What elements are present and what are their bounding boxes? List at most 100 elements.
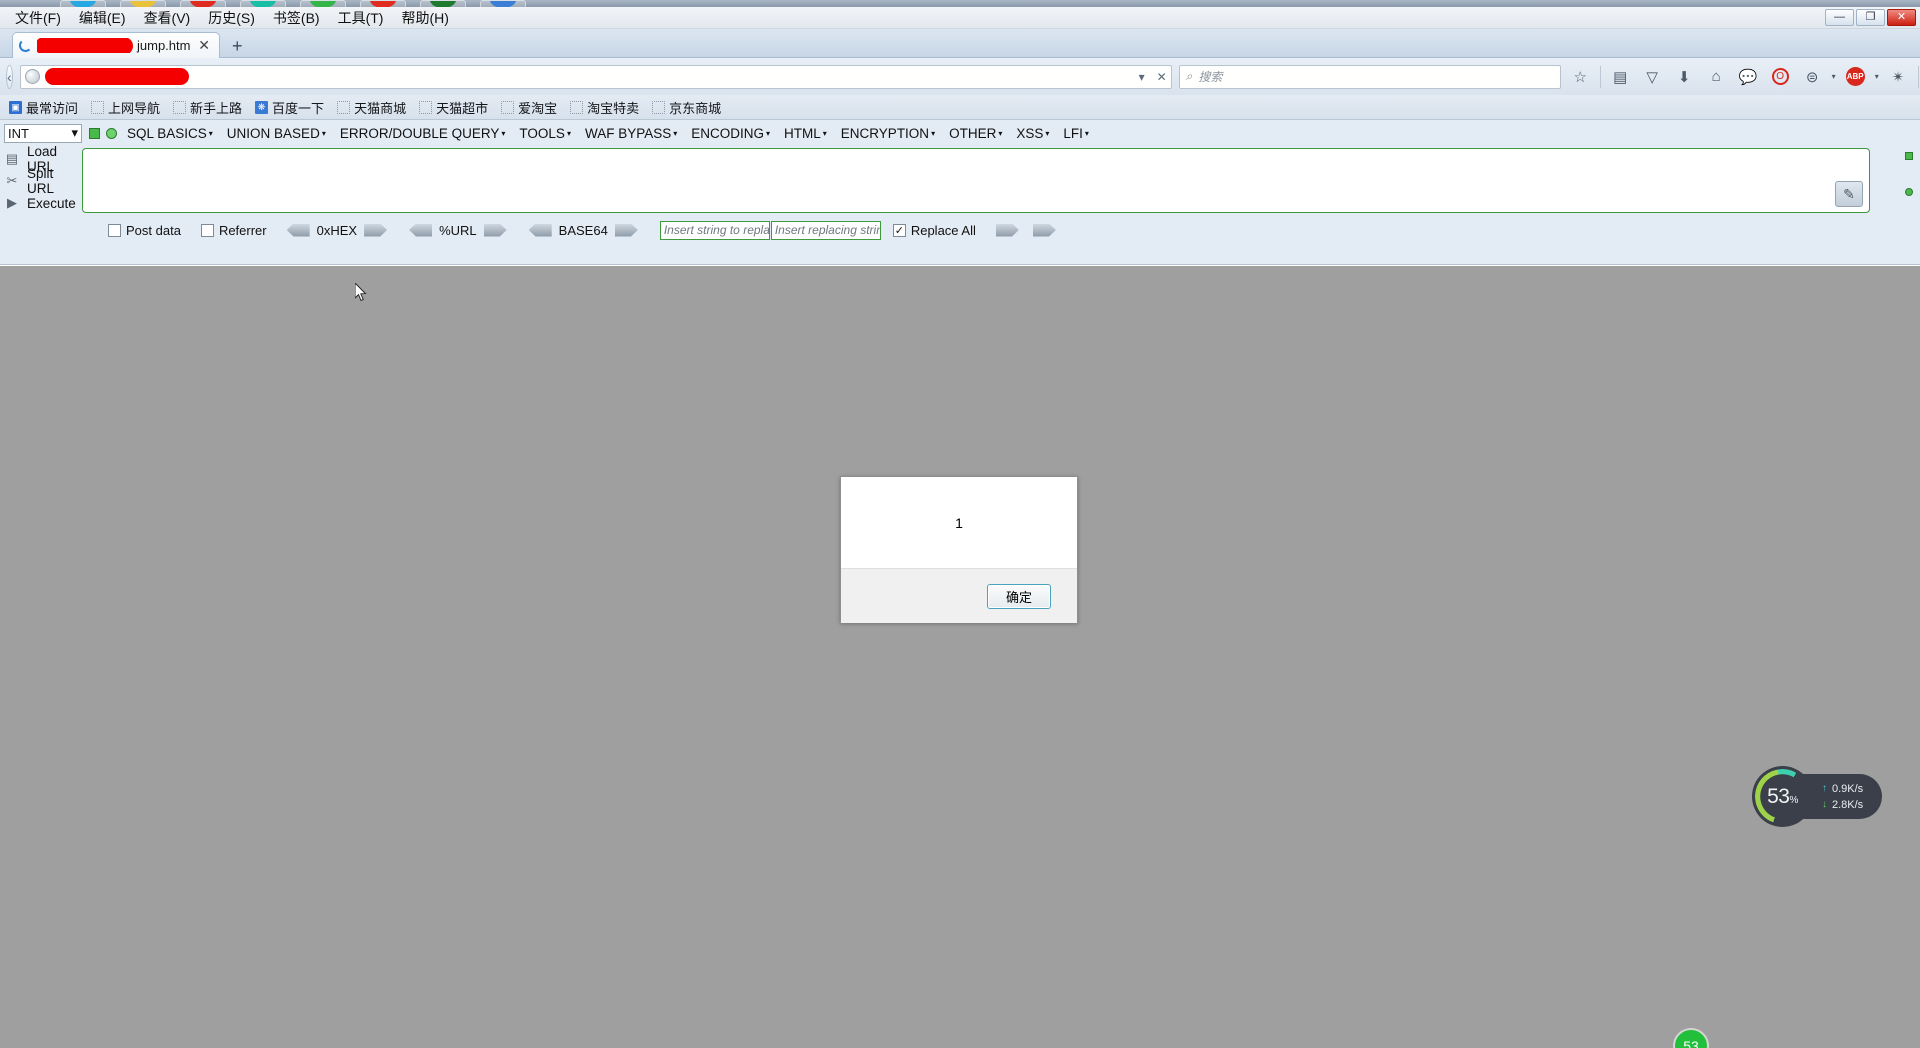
minimize-button[interactable]: — [1825, 9, 1854, 26]
download-speed-value: 2.8K/s [1832, 798, 1864, 811]
menu-view[interactable]: 查看(V) [135, 6, 200, 30]
replace-from-placeholder: Insert string to replace [663, 223, 770, 237]
reader-view-icon[interactable]: ▤ [1608, 64, 1633, 89]
referrer-option[interactable]: Referrer [200, 223, 267, 238]
chevron-down-icon: ▾ [1045, 129, 1050, 139]
edit-pencil-icon[interactable]: ✎ [1835, 181, 1863, 207]
hackbar-menu-row: INT ▾ SQL BASICS ▾ UNION BASED ▾ ERROR/DOUBL… [0, 120, 1920, 146]
adblock-plus-icon[interactable]: ABP [1843, 64, 1868, 89]
most-visited-icon: ▣ [9, 100, 22, 114]
base64-decode-icon[interactable] [528, 223, 552, 237]
hackbar-menu-encryption[interactable]: ENCRYPTION ▾ [834, 124, 942, 143]
bookmark-folder-icon [337, 100, 351, 114]
bookmarks-bar: ▣ 最常访问 上网导航 新手上路 ❋ 百度一下 天猫商城 天猫超市 爱淘宝 淘宝特卖 京东商城 [0, 95, 1920, 120]
bookmark-item-4[interactable]: ❋ 百度一下 [250, 96, 329, 119]
menu-file[interactable]: 文件(F) [6, 6, 70, 30]
base64-encode-icon[interactable] [614, 223, 638, 237]
hackbar-menu-xss[interactable]: XSS ▾ [1009, 124, 1056, 143]
post-data-option[interactable]: Post data [108, 223, 181, 238]
post-data-checkbox[interactable] [108, 223, 121, 237]
bookmark-item-1[interactable]: ▣ 最常访问 [4, 96, 83, 119]
site-identity-icon[interactable] [24, 69, 40, 84]
hackbar-menu-error-double-query[interactable]: ERROR/DOUBLE QUERY ▾ [333, 124, 513, 143]
bookmark-item-8[interactable]: 淘宝特卖 [565, 96, 644, 119]
tab-close-icon[interactable]: ✕ [195, 37, 213, 54]
replace-all-option[interactable]: ✓ Replace All [892, 223, 976, 238]
opera-extension-icon[interactable]: O [1768, 64, 1793, 89]
referrer-checkbox[interactable] [200, 223, 214, 237]
chevron-down-icon: ▾ [71, 125, 78, 140]
hackbar-menu-html[interactable]: HTML ▾ [777, 124, 834, 143]
menu-edit[interactable]: 编辑(E) [70, 6, 135, 30]
bookmark-item-9[interactable]: 京东商城 [647, 96, 726, 119]
chevron-down-icon: ▾ [822, 129, 827, 139]
browser-tab[interactable]: jump.html ✕ [12, 32, 220, 58]
side-collapse-icon[interactable] [1905, 152, 1913, 160]
hackbar-menu-other[interactable]: OTHER ▾ [942, 124, 1009, 143]
back-button-icon[interactable]: ‹ [6, 64, 13, 89]
upload-arrow-icon: ↑ [1822, 783, 1827, 794]
chat-bubble-icon[interactable]: 💬 [1736, 64, 1761, 89]
close-button[interactable]: ✕ [1887, 9, 1916, 26]
hackbar-url-textarea[interactable]: ✎ [82, 148, 1870, 213]
split-url-button[interactable]: ✂ Split URL [4, 166, 82, 196]
alert-footer: 确定 [841, 568, 1077, 623]
menu-history[interactable]: 历史(S) [199, 6, 264, 30]
hackbar-menu-lfi[interactable]: LFI ▾ [1056, 124, 1096, 143]
side-expand-icon[interactable] [1905, 188, 1913, 196]
stop-loading-icon[interactable]: ✕ [1157, 70, 1167, 84]
replace-from-input[interactable]: Insert string to replace [659, 220, 770, 240]
taskbar-item-8[interactable] [480, 0, 526, 7]
bookmark-item-7[interactable]: 爱淘宝 [496, 96, 562, 119]
bookmark-folder-icon [419, 100, 433, 114]
collapse-toggle-icon[interactable] [89, 127, 100, 139]
abp-badge: ABP [1845, 67, 1865, 86]
hackbar-menu-union-based[interactable]: UNION BASED ▾ [220, 124, 333, 143]
alert-ok-button[interactable]: 确定 [987, 583, 1051, 609]
hackbar-menu-label: OTHER [949, 125, 997, 141]
search-bar[interactable]: ⌕ 搜索 [1178, 64, 1561, 89]
maximize-button[interactable]: ❐ [1856, 9, 1885, 26]
home-icon[interactable]: ⌂ [1704, 64, 1729, 89]
adblock-caret-icon[interactable]: ▾ [1875, 72, 1879, 81]
menu-bookmarks[interactable]: 书签(B) [264, 6, 329, 30]
replace-to-input[interactable]: Insert replacing string [770, 220, 881, 240]
bookmark-folder-icon [91, 100, 105, 114]
url-bar[interactable]: ▾ ✕ [19, 64, 1172, 89]
hackbar-menu-tools[interactable]: TOOLS ▾ [512, 124, 578, 143]
pocket-icon[interactable]: ▽ [1640, 64, 1665, 89]
post-data-label: Post data [126, 222, 181, 238]
hex-decode-icon[interactable] [286, 223, 310, 237]
hackbar-menu-encoding[interactable]: ENCODING ▾ [684, 124, 777, 143]
sync-extension-icon[interactable]: ⊜ [1800, 64, 1825, 89]
bookmark-item-3[interactable]: 新手上路 [168, 96, 247, 119]
expand-toggle-icon[interactable] [106, 127, 117, 139]
replace-apply-icon[interactable] [995, 223, 1019, 237]
url-encode-icon[interactable] [483, 223, 507, 237]
hex-encoder-group: 0xHEX [286, 223, 388, 238]
search-input-placeholder[interactable]: 搜索 [1198, 68, 1222, 85]
chevron-down-icon: ▾ [931, 129, 936, 139]
new-tab-button[interactable]: + [232, 36, 243, 57]
downloads-icon[interactable]: ⬇ [1672, 64, 1697, 89]
execute-button[interactable]: ▶ Execute [4, 192, 82, 214]
hackbar-body: ▤ Load URL ✂ Split URL ▶ Execute ✎ [0, 144, 1920, 218]
menu-help[interactable]: 帮助(H) [392, 6, 457, 30]
bookmark-item-2[interactable]: 上网导航 [86, 96, 165, 119]
hackbar-menu-waf-bypass[interactable]: WAF BYPASS ▾ [578, 124, 684, 143]
flash-block-icon[interactable]: ✴ [1886, 64, 1911, 89]
sync-caret-icon[interactable]: ▾ [1832, 72, 1836, 81]
bookmark-star-icon[interactable]: ☆ [1568, 64, 1593, 89]
url-decode-icon[interactable] [409, 223, 433, 237]
replace-apply-all-icon[interactable] [1032, 223, 1056, 237]
replace-all-checkbox[interactable]: ✓ [892, 223, 906, 237]
bookmark-item-6[interactable]: 天猫超市 [414, 96, 493, 119]
chevron-down-icon: ▾ [321, 129, 326, 139]
url-history-dropdown-icon[interactable]: ▾ [1139, 70, 1145, 84]
menu-tools[interactable]: 工具(T) [329, 6, 393, 30]
hex-encode-icon[interactable] [364, 223, 388, 237]
bookmark-item-5[interactable]: 天猫商城 [332, 96, 411, 119]
network-speed-widget[interactable]: 53% ↑ 0.9K/s ↓ 2.8K/s [1752, 766, 1882, 827]
hackbar-menu-sql-basics[interactable]: SQL BASICS ▾ [120, 124, 220, 143]
hackbar-type-select[interactable]: INT ▾ [4, 123, 82, 143]
